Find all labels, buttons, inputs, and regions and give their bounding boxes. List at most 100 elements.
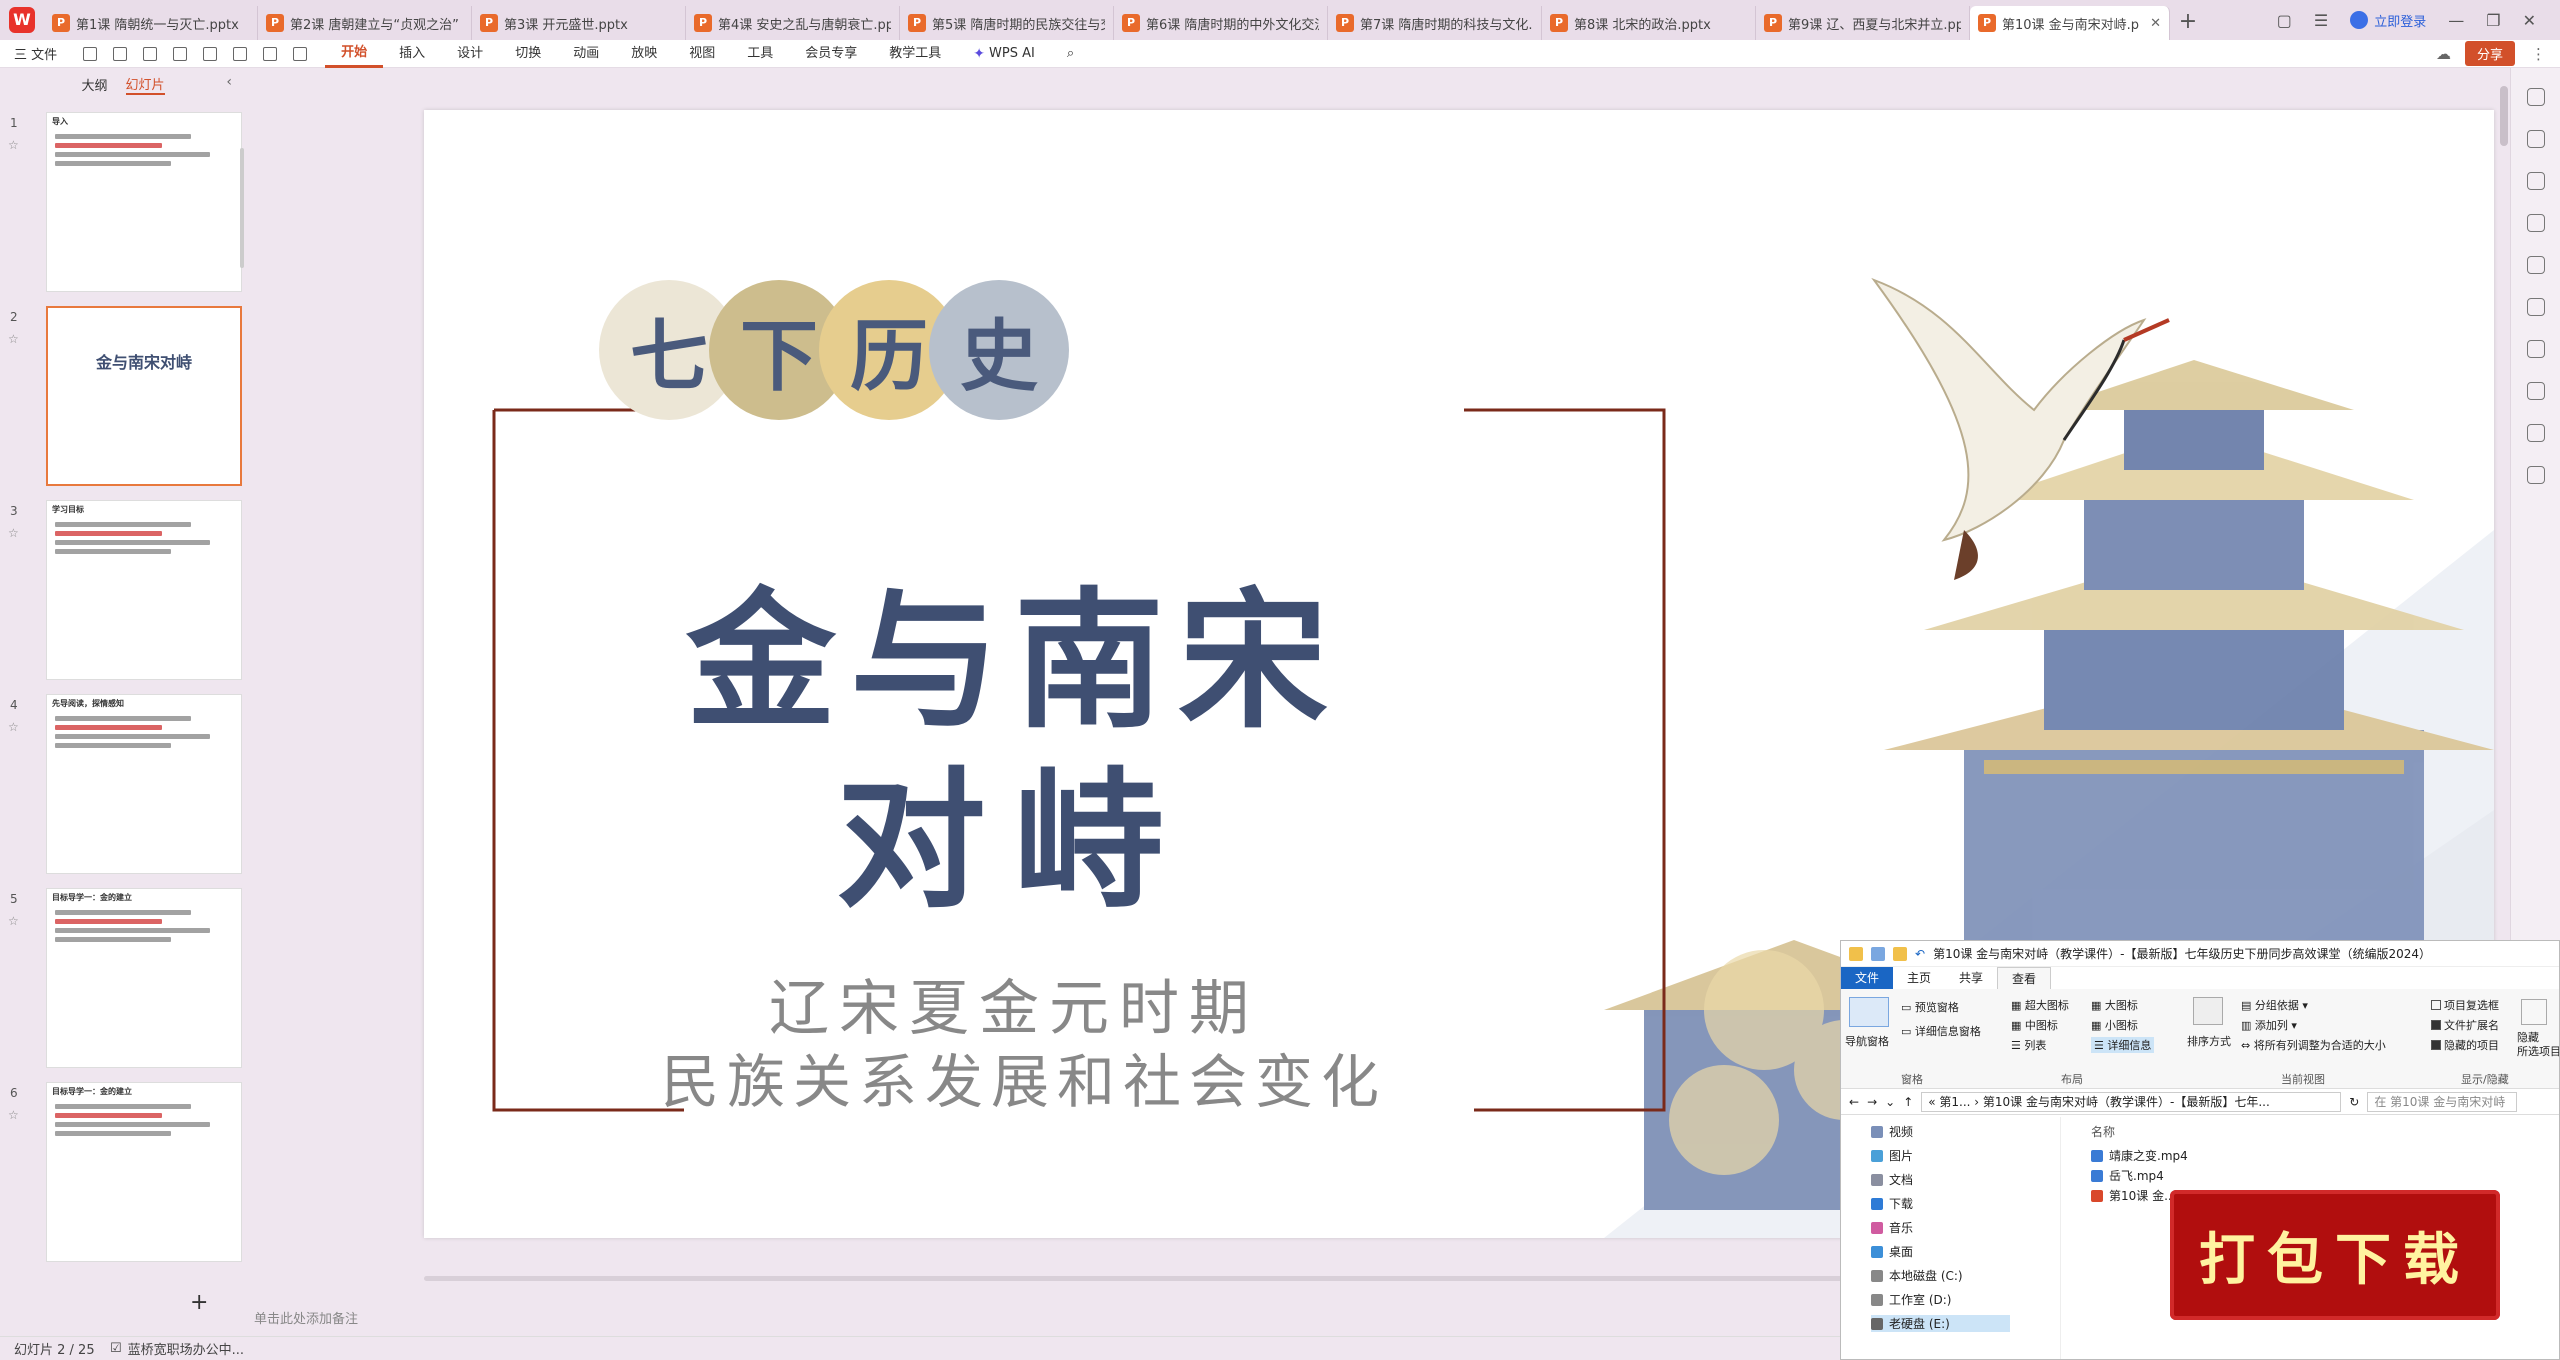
- back-arrow-icon[interactable]: ←: [1849, 1095, 1859, 1109]
- outline-tab[interactable]: 大纲: [81, 75, 107, 94]
- explorer-nav-item[interactable]: 下载: [1871, 1195, 1913, 1212]
- address-bar[interactable]: « 第1... › 第10课 金与南宋对峙（教学课件）-【最新版】七年...: [1921, 1091, 2342, 1112]
- thumb-star-icon[interactable]: ☆: [8, 914, 19, 928]
- translate-icon[interactable]: [2527, 340, 2545, 358]
- menu-item[interactable]: 动画: [557, 40, 615, 68]
- explorer-ribbon-tab[interactable]: 共享: [1945, 967, 1997, 989]
- document-tab[interactable]: P 第1课 隋朝统一与灭亡.pptx: [44, 6, 258, 40]
- explorer-file-row[interactable]: 靖康之变.mp4: [2091, 1147, 2188, 1164]
- menu-item[interactable]: 切换: [499, 40, 557, 68]
- add-slide-button[interactable]: +: [190, 1290, 208, 1315]
- new-tab-button[interactable]: +: [2170, 6, 2206, 40]
- redo-icon[interactable]: [233, 46, 248, 61]
- download-package-banner[interactable]: 打包下载: [2170, 1190, 2500, 1320]
- close-tab-icon[interactable]: ✕: [2146, 16, 2161, 31]
- save-icon[interactable]: [83, 46, 98, 61]
- document-tab[interactable]: P 第9课 辽、西夏与北宋并立.ppt: [1756, 6, 1970, 40]
- slide-subtitle-line2[interactable]: 民族关系发展和社会变化: [484, 1035, 1564, 1119]
- group-by-button[interactable]: ▤ 分组依据 ▾: [2241, 997, 2308, 1013]
- animation-pane-icon[interactable]: [2527, 214, 2545, 232]
- cloud-sync-icon[interactable]: ☁: [2436, 45, 2451, 63]
- nav-pane-icon[interactable]: [1849, 997, 1889, 1027]
- favorites-icon[interactable]: [2527, 172, 2545, 190]
- menu-item[interactable]: 教学工具: [873, 40, 957, 68]
- fit-columns-button[interactable]: ⇔ 将所有列调整为合适的大小: [2241, 1037, 2386, 1053]
- more-options-icon[interactable]: ⋮: [2531, 45, 2546, 63]
- explorer-ribbon-tab[interactable]: 查看: [1997, 967, 2052, 989]
- layout-details[interactable]: ☰ 详细信息: [2091, 1037, 2155, 1053]
- slide-design-icon[interactable]: [2527, 256, 2545, 274]
- close-window-button[interactable]: ✕: [2523, 11, 2536, 30]
- explorer-nav-item[interactable]: 音乐: [1871, 1219, 1913, 1236]
- explorer-file-row[interactable]: 岳飞.mp4: [2091, 1167, 2164, 1184]
- window-layout-icon[interactable]: ▢: [2277, 11, 2292, 30]
- explorer-ribbon-tab[interactable]: 文件: [1841, 967, 1894, 989]
- menu-item[interactable]: 插入: [383, 40, 441, 68]
- more-tools-icon[interactable]: [2527, 466, 2545, 484]
- sort-button[interactable]: 排序方式: [2187, 1033, 2231, 1049]
- export-icon[interactable]: [113, 46, 128, 61]
- document-tab[interactable]: P 第3课 开元盛世.pptx: [472, 6, 686, 40]
- menu-item[interactable]: 放映: [615, 40, 673, 68]
- slide-thumbnail[interactable]: 学习目标: [46, 500, 242, 680]
- document-tab[interactable]: P 第10课 金与南宋对峙.p ✕: [1970, 6, 2170, 40]
- new-folder-quick-icon[interactable]: [1893, 946, 1907, 961]
- name-column-header[interactable]: 名称: [2091, 1123, 2115, 1140]
- recent-dropdown-icon[interactable]: ⌄: [1885, 1095, 1895, 1109]
- vertical-scrollbar[interactable]: [2500, 86, 2508, 146]
- menu-item[interactable]: 会员专享: [789, 40, 873, 68]
- file-menu[interactable]: 三 文件: [0, 44, 75, 63]
- explorer-nav-item[interactable]: 本地磁盘 (C:): [1871, 1267, 1963, 1284]
- explorer-nav-item[interactable]: 工作室 (D:): [1871, 1291, 1951, 1308]
- collapse-sidebar-icon[interactable]: [2527, 88, 2545, 106]
- sort-icon[interactable]: [2193, 997, 2223, 1025]
- hide-selected-icon[interactable]: [2521, 999, 2547, 1025]
- menu-item[interactable]: 工具: [731, 40, 789, 68]
- doc-status[interactable]: ☑ 蓝桥宽职场办公中...: [110, 1339, 244, 1358]
- item-checkbox-toggle[interactable]: 项目复选框: [2431, 997, 2499, 1013]
- explorer-nav-item[interactable]: 视频: [1871, 1123, 1913, 1140]
- share-file-icon[interactable]: [2527, 382, 2545, 400]
- menu-item[interactable]: 视图: [673, 40, 731, 68]
- explorer-nav-item[interactable]: 老硬盘 (E:): [1871, 1315, 2010, 1332]
- explorer-search-input[interactable]: 在 第10课 金与南宋对峙: [2367, 1091, 2518, 1112]
- help-icon[interactable]: [2527, 424, 2545, 442]
- thumb-star-icon[interactable]: ☆: [8, 1108, 19, 1122]
- undo-quick-icon[interactable]: ↶: [1915, 947, 1925, 961]
- file-extension-toggle[interactable]: 文件扩展名: [2431, 1017, 2499, 1033]
- menu-item[interactable]: 开始: [325, 40, 384, 68]
- thumb-star-icon[interactable]: ☆: [8, 138, 19, 152]
- thumbnail-scrollbar[interactable]: [240, 148, 244, 268]
- layout-m-icons[interactable]: ▦ 中图标: [2011, 1017, 2058, 1033]
- refresh-icon[interactable]: ↻: [2349, 1095, 2359, 1109]
- thumb-star-icon[interactable]: ☆: [8, 332, 19, 346]
- minimize-button[interactable]: —: [2448, 11, 2464, 30]
- preview-pane-button[interactable]: ▭ 预览窗格: [1901, 999, 1959, 1015]
- forward-arrow-icon[interactable]: →: [1867, 1095, 1877, 1109]
- print-icon[interactable]: [143, 46, 158, 61]
- slides-tab[interactable]: 幻灯片: [125, 74, 165, 95]
- explorer-ribbon-tab[interactable]: 主页: [1893, 967, 1945, 989]
- explorer-nav-item[interactable]: 桌面: [1871, 1243, 1913, 1260]
- add-column-button[interactable]: ▥ 添加列 ▾: [2241, 1017, 2297, 1033]
- slide-thumbnail[interactable]: 导入: [46, 112, 242, 292]
- document-tab[interactable]: P 第6课 隋唐时期的中外文化交流: [1114, 6, 1328, 40]
- search-icon[interactable]: ⌕: [1051, 40, 1090, 68]
- layout-list[interactable]: ☰ 列表: [2011, 1037, 2046, 1053]
- wps-logo-icon[interactable]: W: [0, 0, 44, 40]
- slide-thumbnail[interactable]: 目标导学一：金的建立: [46, 1082, 242, 1262]
- slide-thumbnail[interactable]: 目标导学一：金的建立: [46, 888, 242, 1068]
- slide-thumbnail[interactable]: 金与南宋对峙: [46, 306, 242, 486]
- share-button[interactable]: 分享: [2464, 41, 2515, 66]
- slide-thumbnail[interactable]: 先导阅读，探情感知: [46, 694, 242, 874]
- more-quick-access-icon[interactable]: [293, 46, 308, 61]
- collapse-panel-icon[interactable]: ‹: [226, 74, 232, 90]
- details-pane-button[interactable]: ▭ 详细信息窗格: [1901, 1023, 1981, 1039]
- thumb-star-icon[interactable]: ☆: [8, 720, 19, 734]
- properties-quick-icon[interactable]: [1871, 946, 1885, 961]
- menu-item[interactable]: 设计: [441, 40, 499, 68]
- properties-icon[interactable]: [2527, 130, 2545, 148]
- hidden-items-toggle[interactable]: 隐藏的项目: [2431, 1037, 2499, 1053]
- transition-icon[interactable]: [2527, 298, 2545, 316]
- restore-button[interactable]: ❐: [2486, 11, 2500, 30]
